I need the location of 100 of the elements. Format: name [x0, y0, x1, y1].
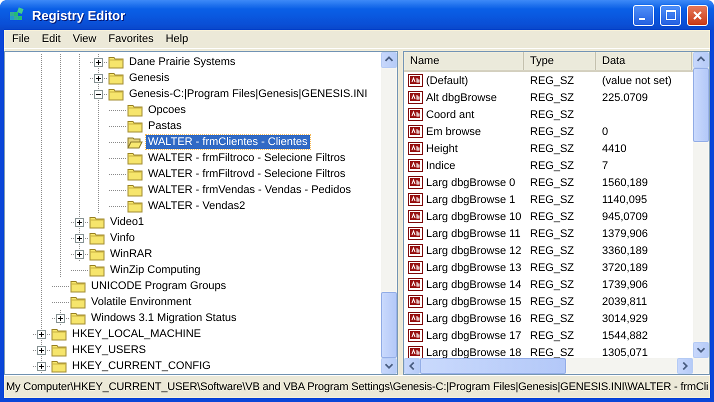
scroll-up-button[interactable]	[381, 52, 397, 68]
maximize-button[interactable]	[660, 4, 681, 26]
value-name: Larg dbgBrowse 10	[426, 210, 522, 222]
value-type: REG_SZ	[529, 108, 576, 120]
folder-icon	[51, 360, 67, 372]
tree-item[interactable]: HKEY_USERS	[70, 343, 148, 357]
value-type: REG_SZ	[529, 312, 576, 324]
string-value-icon	[408, 108, 424, 122]
tree-item[interactable]: HKEY_LOCAL_MACHINE	[70, 327, 203, 341]
tree-item[interactable]: WALTER - frmFiltrovd - Selecione Filtros	[146, 167, 348, 181]
value-name: Coord ant	[426, 108, 474, 120]
scroll-left-button[interactable]	[404, 358, 420, 374]
folder-icon	[127, 152, 143, 164]
value-name: Larg dbgBrowse 12	[426, 244, 522, 256]
string-value-icon	[408, 90, 424, 104]
expand-icon[interactable]	[37, 362, 46, 370]
scrollbar-thumb[interactable]	[693, 68, 709, 142]
tree-item[interactable]: WALTER - frmClientes - Clientes	[146, 135, 310, 149]
scroll-up-button[interactable]	[693, 52, 709, 68]
value-data: 1305,071	[601, 346, 649, 358]
tree-item[interactable]: WALTER - Vendas2	[146, 199, 248, 213]
menu-item[interactable]: Edit	[36, 33, 67, 45]
value-type: REG_SZ	[529, 74, 576, 86]
folder-icon	[127, 184, 143, 196]
minimize-button[interactable]	[633, 4, 654, 26]
value-data: 225.0709	[601, 92, 649, 104]
menu-item[interactable]: File	[6, 33, 36, 45]
folder-icon	[127, 168, 143, 180]
tree-item[interactable]: WinZip Computing	[108, 263, 202, 277]
expand-icon[interactable]	[37, 330, 46, 338]
minimize-icon	[638, 18, 644, 20]
tree-item[interactable]: Opcoes	[146, 103, 188, 117]
value-type: REG_SZ	[529, 160, 576, 172]
value-name: Indice	[426, 160, 456, 172]
string-value-icon	[408, 260, 424, 274]
scrollbar-thumb[interactable]	[420, 358, 566, 374]
value-name: Larg dbgBrowse 13	[426, 262, 522, 274]
tree-item[interactable]: WinRAR	[108, 247, 154, 261]
menu-item[interactable]: Help	[160, 33, 194, 45]
folder-icon	[51, 344, 67, 356]
folder-icon	[89, 248, 105, 260]
scroll-down-button[interactable]	[381, 358, 397, 374]
tree-item[interactable]: HKEY_CURRENT_CONFIG	[70, 359, 213, 373]
expand-icon[interactable]	[94, 58, 103, 66]
tree-item[interactable]: WALTER - frmFiltroco - Selecione Filtros	[146, 151, 348, 165]
expand-icon[interactable]	[37, 346, 46, 354]
value-name: Alt dbgBrowse	[426, 92, 497, 104]
value-data: 3360,189	[601, 244, 649, 256]
tree-item[interactable]: WALTER - frmVendas - Vendas - Pedidos	[146, 183, 353, 197]
tree-item[interactable]: Volatile Environment	[89, 295, 194, 309]
tree-item[interactable]: Video1	[108, 215, 146, 229]
tree-item[interactable]: Vinfo	[108, 231, 137, 245]
collapse-icon[interactable]	[94, 90, 103, 98]
folder-icon	[89, 216, 105, 228]
column-header[interactable]: Data	[596, 52, 692, 70]
menu-item[interactable]: Favorites	[102, 33, 160, 45]
value-type: REG_SZ	[529, 92, 576, 104]
string-value-icon	[408, 210, 424, 224]
value-data: 3014,929	[601, 312, 649, 324]
tree-item[interactable]: Windows 3.1 Migration Status	[89, 311, 239, 325]
scroll-right-button[interactable]	[677, 358, 693, 374]
value-data: (value not set)	[601, 74, 673, 86]
expand-icon[interactable]	[94, 74, 103, 82]
menu-item[interactable]: View	[66, 33, 102, 45]
folder-icon	[108, 72, 124, 84]
value-name: Height	[426, 142, 458, 154]
string-value-icon	[408, 244, 424, 258]
tree-item[interactable]: Pastas	[146, 119, 184, 133]
folder-icon	[127, 200, 143, 212]
close-button[interactable]	[687, 4, 708, 26]
string-value-icon	[408, 312, 424, 326]
open-folder-icon	[127, 136, 143, 148]
string-value-icon	[408, 142, 424, 156]
value-name: (Default)	[426, 74, 468, 86]
value-name: Larg dbgBrowse 17	[426, 330, 522, 342]
expand-icon[interactable]	[75, 250, 84, 258]
expand-icon[interactable]	[75, 234, 84, 242]
tree-item[interactable]: Genesis	[127, 71, 172, 85]
value-name: Larg dbgBrowse 14	[426, 278, 522, 290]
tree-item[interactable]: UNICODE Program Groups	[89, 279, 228, 293]
tree-item[interactable]: Genesis-C:|Program Files|Genesis|GENESIS.INI	[127, 87, 370, 101]
string-value-icon	[408, 158, 424, 172]
folder-icon	[89, 232, 105, 244]
column-header[interactable]: Type	[524, 52, 596, 70]
string-value-icon	[408, 346, 424, 358]
value-data: 7	[601, 160, 610, 172]
maximize-icon	[664, 9, 676, 21]
value-data: 945,0709	[601, 210, 649, 222]
value-type: REG_SZ	[529, 228, 576, 240]
scroll-down-button[interactable]	[693, 342, 709, 358]
tree-item[interactable]: Dane Prairie Systems	[127, 55, 238, 69]
expand-icon[interactable]	[75, 218, 84, 226]
expand-icon[interactable]	[56, 314, 65, 322]
column-header[interactable]: Name	[404, 52, 524, 70]
scrollbar-thumb[interactable]	[381, 292, 397, 358]
value-data: 0	[601, 126, 610, 138]
string-value-icon	[408, 176, 424, 190]
folder-icon	[108, 88, 124, 100]
value-name: Larg dbgBrowse 1	[426, 194, 516, 206]
string-value-icon	[408, 124, 424, 138]
